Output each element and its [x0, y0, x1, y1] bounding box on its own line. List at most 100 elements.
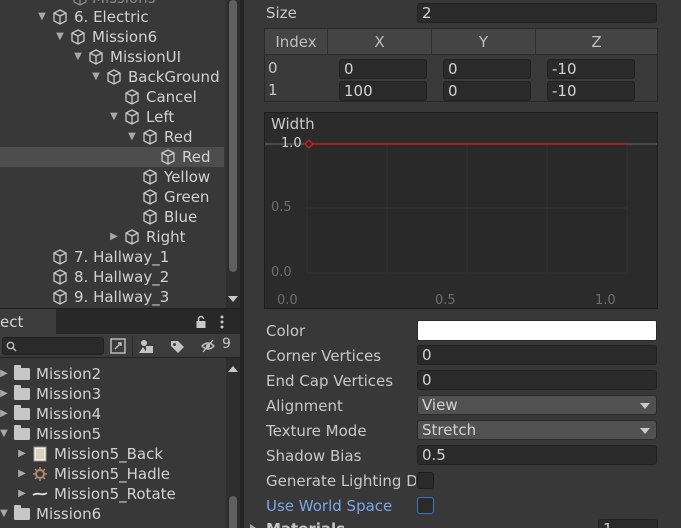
use-world-space-checkbox[interactable] — [417, 497, 434, 514]
kebab-menu-icon[interactable] — [219, 315, 225, 329]
expand-down-icon[interactable]: ▼ — [54, 27, 66, 47]
curve-value-label: 1.0 — [281, 136, 302, 151]
list-item-label: Mission2 — [36, 365, 102, 383]
hierarchy-item-label: Mission6 — [92, 28, 158, 46]
list-item[interactable]: ▶ Mission2 — [0, 364, 226, 384]
hierarchy-item-label: 6. Electric — [74, 8, 149, 26]
expand-down-icon[interactable]: ▼ — [126, 127, 138, 147]
gameobject-icon — [143, 169, 157, 185]
gameobject-icon — [125, 89, 139, 105]
position-y-field[interactable]: 0 — [443, 59, 531, 79]
list-item-label: Mission5_Back — [54, 445, 164, 463]
scroll-down-icon[interactable] — [228, 296, 238, 302]
alignment-value: View — [422, 396, 458, 414]
color-label: Color — [266, 322, 306, 340]
texture-mode-value: Stretch — [422, 421, 477, 439]
gameobject-icon — [71, 29, 85, 45]
position-z-field[interactable]: -10 — [547, 59, 635, 79]
list-item-label: Mission3 — [36, 385, 102, 403]
x-tick-label: 0.0 — [277, 293, 298, 308]
list-item[interactable]: ▶ Mission5_Hadle — [0, 464, 226, 484]
expand-down-icon[interactable]: ▼ — [0, 424, 10, 444]
positions-table-header: Index X Y Z — [265, 29, 657, 55]
hierarchy-scrollbar[interactable] — [226, 0, 240, 308]
gameobject-icon — [125, 109, 139, 125]
expand-down-icon[interactable]: ▼ — [72, 47, 84, 67]
width-curve-editor[interactable]: Width 1.0 0.5 0.0 0.0 0.5 1.0 — [264, 112, 658, 309]
tag-icon[interactable] — [166, 337, 188, 355]
project-scrollbar[interactable] — [226, 358, 240, 528]
hierarchy-item[interactable]: ▼ Left — [0, 107, 224, 127]
gameobject-icon — [73, 0, 87, 6]
hierarchy-item[interactable]: ▼ 6. Electric — [0, 7, 224, 27]
hierarchy-item[interactable]: Green — [0, 187, 224, 207]
list-item-label: Mission5_Rotate — [54, 485, 176, 503]
hierarchy-item[interactable]: ▼ Red — [0, 127, 224, 147]
expand-right-icon[interactable]: ▶ — [0, 404, 10, 424]
chevron-down-icon — [640, 403, 650, 409]
shadow-bias-field[interactable]: 0.5 — [417, 445, 657, 465]
project-toolbar: 9 — [0, 334, 240, 358]
search-by-type-icon[interactable] — [107, 337, 129, 355]
hierarchy-item[interactable]: 9. Hallway_3 — [0, 287, 224, 307]
column-header-z: Z — [591, 33, 602, 51]
list-item[interactable]: ▼ Mission6 — [0, 504, 226, 524]
hidden-packages-icon[interactable] — [201, 337, 215, 355]
texture-mode-dropdown[interactable]: Stretch — [417, 420, 657, 440]
expand-down-icon[interactable]: ▼ — [90, 67, 102, 87]
chevron-right-icon[interactable] — [250, 524, 256, 528]
expand-down-icon[interactable]: ▼ — [36, 7, 48, 27]
position-y-field[interactable]: 0 — [443, 81, 531, 101]
position-z-field[interactable]: -10 — [547, 81, 635, 101]
expand-right-icon[interactable]: ▶ — [0, 364, 10, 384]
tab-project[interactable]: ect — [0, 309, 56, 335]
corner-vertices-label: Corner Vertices — [266, 347, 382, 365]
project-tab-bar: ect — [0, 308, 240, 335]
folder-icon — [14, 365, 30, 380]
position-x-field[interactable]: 100 — [339, 81, 427, 101]
generate-lighting-checkbox[interactable] — [417, 472, 434, 489]
materials-size-field[interactable]: 1 — [598, 519, 658, 528]
row-index: 0 — [268, 59, 278, 77]
hierarchy-item[interactable]: 7. Hallway_1 — [0, 247, 224, 267]
expand-right-icon[interactable]: ▶ — [16, 484, 28, 504]
corner-vertices-field[interactable]: 0 — [417, 345, 657, 365]
curve-plot[interactable] — [265, 113, 657, 308]
list-item[interactable]: ▶ Mission4 — [0, 404, 226, 424]
list-item[interactable]: ▶ Mission5_Back — [0, 444, 226, 464]
search-input[interactable] — [2, 337, 104, 355]
filter-by-label-icon[interactable] — [136, 337, 158, 355]
position-x-field[interactable]: 0 — [339, 59, 427, 79]
use-world-space-label: Use World Space — [266, 497, 393, 515]
expand-right-icon[interactable]: ▶ — [108, 227, 120, 247]
list-item[interactable]: ▼ Mission5 — [0, 424, 226, 444]
project-scrollbar-thumb[interactable] — [229, 496, 237, 528]
expand-right-icon[interactable]: ▶ — [0, 384, 10, 404]
list-item[interactable]: ▶ Mission5_Rotate — [0, 484, 226, 504]
alignment-dropdown[interactable]: View — [417, 395, 657, 415]
hierarchy-scrollbar-thumb[interactable] — [229, 0, 237, 272]
gameobject-icon — [143, 129, 157, 145]
color-field[interactable] — [417, 320, 657, 341]
hierarchy-item[interactable]: ▼ BackGround — [0, 67, 224, 87]
hierarchy-item[interactable]: Red — [0, 147, 224, 167]
expand-down-icon[interactable]: ▼ — [0, 504, 10, 524]
scroll-up-icon[interactable] — [228, 366, 238, 372]
hierarchy-item[interactable]: ▼ MissionUI — [0, 47, 224, 67]
expand-down-icon[interactable]: ▼ — [108, 107, 120, 127]
hierarchy-item[interactable]: 8. Hallway_2 — [0, 267, 224, 287]
hierarchy-item[interactable]: Yellow — [0, 167, 224, 187]
expand-right-icon[interactable]: ▶ — [16, 464, 28, 484]
hierarchy-item[interactable]: ▶ Right — [0, 227, 224, 247]
gear-asset-icon — [33, 467, 47, 481]
folder-open-icon — [14, 505, 30, 520]
lock-icon[interactable] — [195, 315, 207, 329]
end-cap-vertices-field[interactable]: 0 — [417, 370, 657, 390]
hierarchy-item[interactable]: ▼ Mission6 — [0, 27, 224, 47]
size-field[interactable]: 2 — [417, 3, 657, 23]
hierarchy-item-label: BackGround — [128, 68, 220, 86]
expand-right-icon[interactable]: ▶ — [16, 444, 28, 464]
list-item[interactable]: ▶ Mission3 — [0, 384, 226, 404]
hierarchy-item[interactable]: Cancel — [0, 87, 224, 107]
hierarchy-item[interactable]: Blue — [0, 207, 224, 227]
